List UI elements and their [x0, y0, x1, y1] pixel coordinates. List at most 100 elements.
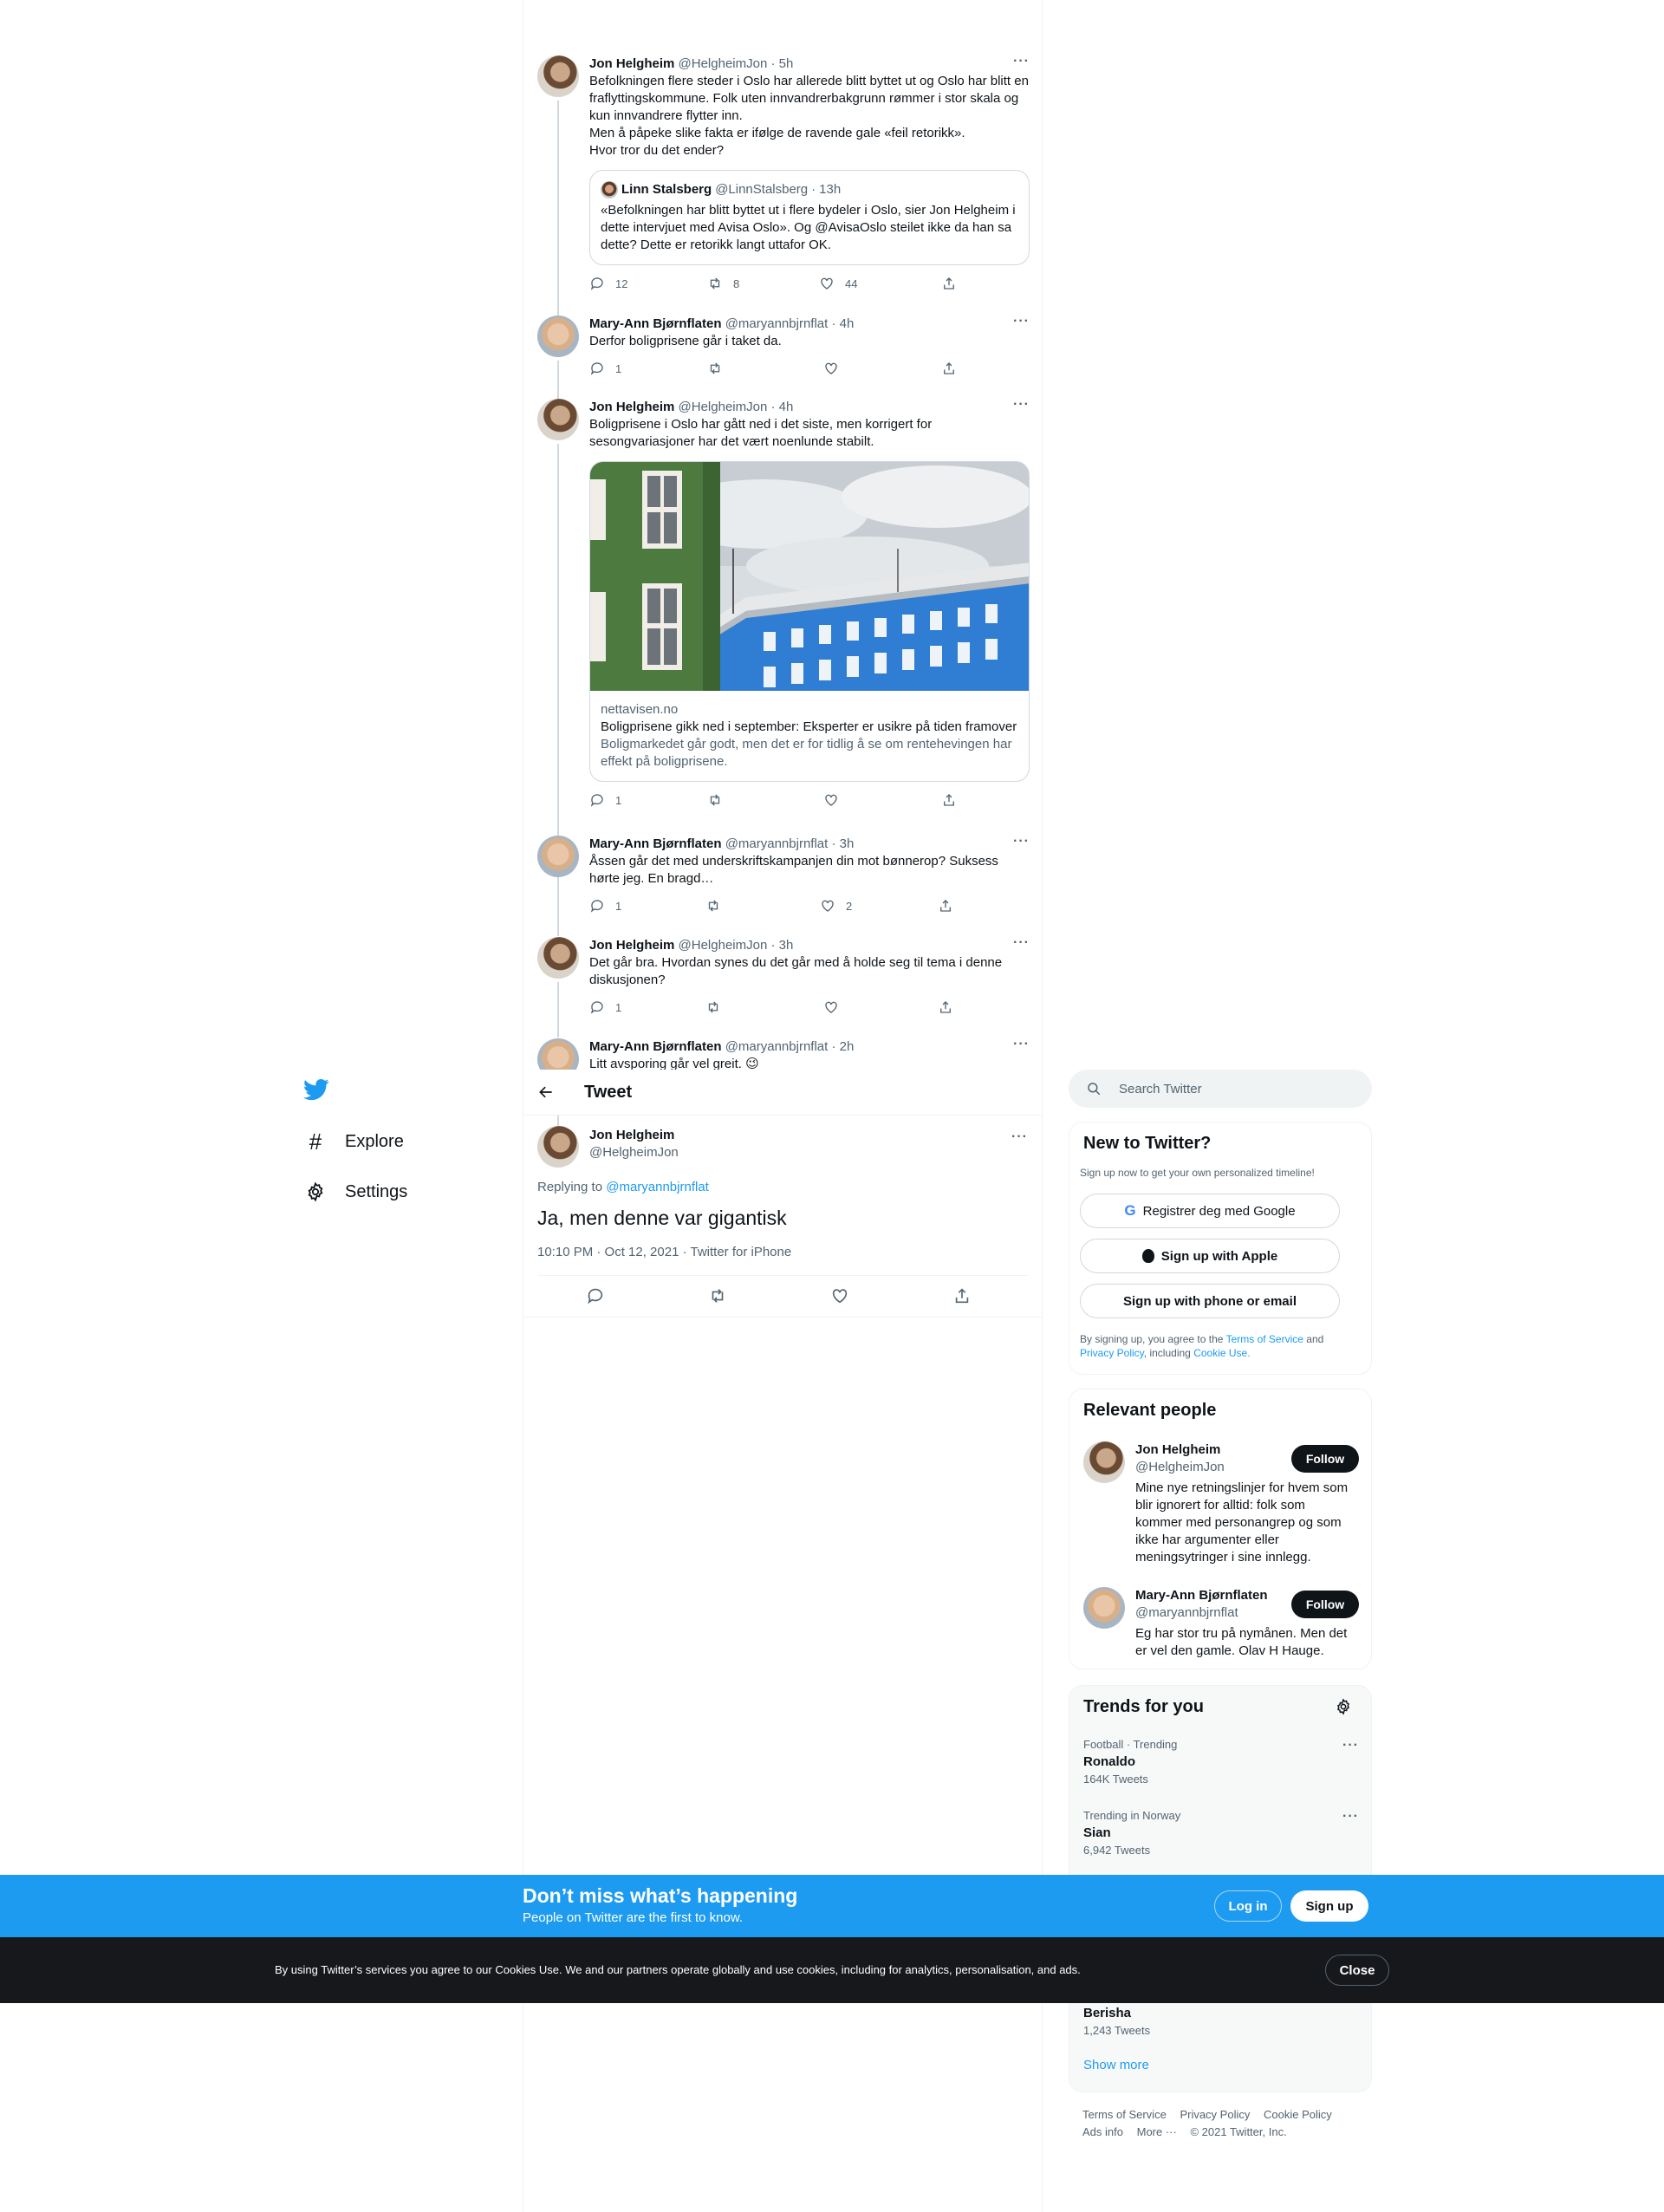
person-name[interactable]: Jon Helgheim [1135, 1441, 1220, 1459]
nav-settings[interactable]: Settings [303, 1179, 407, 1205]
focused-author-handle[interactable]: @HelgheimJon [589, 1144, 679, 1161]
more-icon[interactable]: ··· [1342, 1738, 1359, 1753]
person-card[interactable]: Mary-Ann Bjørnflaten @maryannbjrnflat Eg… [1083, 1587, 1359, 1658]
person-card[interactable]: Jon Helgheim @HelgheimJon Mine nye retni… [1083, 1441, 1359, 1580]
apple-signup-button[interactable]: Sign up with Apple [1080, 1239, 1340, 1273]
thread-tweet[interactable]: Jon Helgheim @HelgheimJon · 5h ··· Befol… [537, 55, 1030, 357]
avatar[interactable] [537, 836, 579, 877]
terms-link[interactable]: Terms of Service [1226, 1333, 1303, 1345]
more-icon[interactable]: ··· [1013, 315, 1030, 329]
tweet-time[interactable]: 4h [840, 316, 855, 331]
privacy-link[interactable]: Privacy Policy [1080, 1347, 1144, 1359]
google-signup-button[interactable]: G Registrer deg med Google [1080, 1194, 1340, 1228]
person-handle[interactable]: @HelgheimJon [1135, 1459, 1225, 1476]
follow-button[interactable]: Follow [1291, 1445, 1359, 1473]
more-icon[interactable]: ··· [1013, 55, 1030, 68]
tweet-time[interactable]: 3h [840, 836, 855, 851]
reply-button[interactable]: 1 [589, 361, 621, 376]
person-name[interactable]: Mary-Ann Bjørnflaten [1135, 1587, 1268, 1604]
person-handle[interactable]: @maryannbjrnflat [1135, 1604, 1238, 1622]
search-input[interactable]: Search Twitter [1119, 1082, 1202, 1096]
author-handle[interactable]: @HelgheimJon [679, 400, 768, 414]
share-button[interactable] [938, 999, 953, 1015]
reply-button[interactable]: 1 [589, 999, 621, 1015]
cookie-use-link[interactable]: Cookie Use. [1193, 1347, 1250, 1359]
thread-tweet[interactable]: Mary-Ann Bjørnflaten @maryannbjrnflat · … [537, 835, 1030, 936]
avatar[interactable] [1083, 1441, 1125, 1483]
trend-item[interactable]: Football · Trending Ronaldo 164K Tweets … [1083, 1738, 1359, 1786]
thread-tweet[interactable]: Mary-Ann Bjørnflaten @maryannbjrnflat · … [537, 315, 1030, 399]
trend-item[interactable]: Trending in Norway Sian 6,942 Tweets ··· [1083, 1809, 1359, 1857]
share-button[interactable] [941, 792, 957, 808]
avatar[interactable] [537, 937, 579, 979]
reply-button[interactable] [586, 1286, 605, 1310]
replying-to-link[interactable]: @maryannbjrnflat [606, 1180, 709, 1194]
like-button[interactable]: 2 [820, 898, 852, 914]
more-icon[interactable]: ··· [1342, 1809, 1359, 1825]
author-name[interactable]: Mary-Ann Bjørnflaten [589, 836, 722, 851]
avatar[interactable] [537, 55, 579, 97]
quoted-tweet[interactable]: Linn Stalsberg @LinnStalsberg · 13h «Bef… [589, 170, 1030, 265]
signup-button[interactable]: Sign up [1290, 1890, 1368, 1922]
more-icon[interactable]: ··· [1013, 835, 1030, 849]
like-button[interactable] [830, 1286, 849, 1310]
reply-button[interactable]: 12 [589, 276, 627, 291]
search-field[interactable]: Search Twitter [1069, 1070, 1372, 1108]
retweet-button[interactable]: 8 [707, 276, 739, 291]
tweet-time[interactable]: 3h [779, 938, 794, 953]
like-button[interactable] [823, 999, 839, 1015]
author-name[interactable]: Jon Helgheim [589, 56, 674, 71]
like-button[interactable] [823, 361, 839, 376]
link-card[interactable]: nettavisen.no Boligprisene gikk ned i se… [589, 461, 1030, 782]
retweet-button[interactable] [708, 1286, 727, 1310]
author-handle[interactable]: @maryannbjrnflat [725, 316, 829, 331]
tweet-timestamp[interactable]: 10:10 PM · Oct 12, 2021 · Twitter for iP… [537, 1244, 791, 1261]
retweet-button[interactable] [705, 999, 721, 1015]
login-button[interactable]: Log in [1214, 1890, 1282, 1922]
author-name[interactable]: Jon Helgheim [589, 938, 674, 953]
thread-tweet[interactable]: Jon Helgheim @HelgheimJon · 4h ··· Bolig… [537, 398, 1030, 881]
thread-tweet[interactable]: Mary-Ann Bjørnflaten @maryannbjrnflat · … [537, 1038, 1030, 1070]
phone-signup-button[interactable]: Sign up with phone or email [1080, 1284, 1340, 1318]
footer-more-link[interactable]: More ··· [1137, 2125, 1177, 2138]
twitter-logo-icon[interactable] [303, 1077, 331, 1103]
like-button[interactable]: 44 [819, 276, 857, 291]
share-button[interactable] [941, 361, 957, 376]
footer-privacy-link[interactable]: Privacy Policy [1180, 2108, 1250, 2121]
gear-icon[interactable] [1335, 1698, 1352, 1720]
author-name[interactable]: Mary-Ann Bjørnflaten [589, 1039, 722, 1054]
avatar[interactable] [1083, 1587, 1125, 1629]
author-handle[interactable]: @maryannbjrnflat [725, 836, 829, 851]
close-button[interactable]: Close [1325, 1955, 1389, 1986]
author-name[interactable]: Jon Helgheim [589, 400, 674, 414]
back-arrow-icon[interactable] [537, 1083, 555, 1105]
retweet-button[interactable] [707, 792, 723, 808]
tweet-time[interactable]: 4h [779, 400, 794, 414]
reply-button[interactable]: 1 [589, 898, 621, 914]
footer-terms-link[interactable]: Terms of Service [1082, 2108, 1167, 2121]
focused-author-name[interactable]: Jon Helgheim [589, 1127, 674, 1144]
more-icon[interactable]: ··· [1013, 398, 1030, 412]
follow-button[interactable]: Follow [1291, 1591, 1359, 1618]
more-icon[interactable]: ··· [1013, 936, 1030, 950]
author-handle[interactable]: @maryannbjrnflat [725, 1039, 829, 1054]
avatar[interactable] [537, 399, 579, 440]
share-button[interactable] [952, 1286, 972, 1310]
avatar[interactable] [537, 316, 579, 357]
tweet-time[interactable]: 2h [840, 1039, 855, 1054]
retweet-button[interactable] [707, 361, 723, 376]
share-button[interactable] [938, 898, 953, 914]
retweet-button[interactable] [705, 898, 721, 914]
trend-item[interactable]: Berisha 1,243 Tweets [1083, 2003, 1359, 2038]
footer-cookie-link[interactable]: Cookie Policy [1264, 2108, 1332, 2121]
show-more-link[interactable]: Show more [1083, 2057, 1149, 2074]
share-button[interactable] [941, 276, 957, 291]
like-button[interactable] [823, 792, 839, 808]
more-icon[interactable]: ··· [1011, 1130, 1028, 1144]
avatar[interactable] [537, 1038, 579, 1070]
thread-tweet[interactable]: Jon Helgheim @HelgheimJon · 3h ··· Det g… [537, 936, 1030, 1038]
reply-button[interactable]: 1 [589, 792, 621, 808]
tweet-time[interactable]: 5h [779, 56, 794, 71]
avatar[interactable] [537, 1126, 579, 1168]
more-icon[interactable]: ··· [1013, 1038, 1030, 1051]
